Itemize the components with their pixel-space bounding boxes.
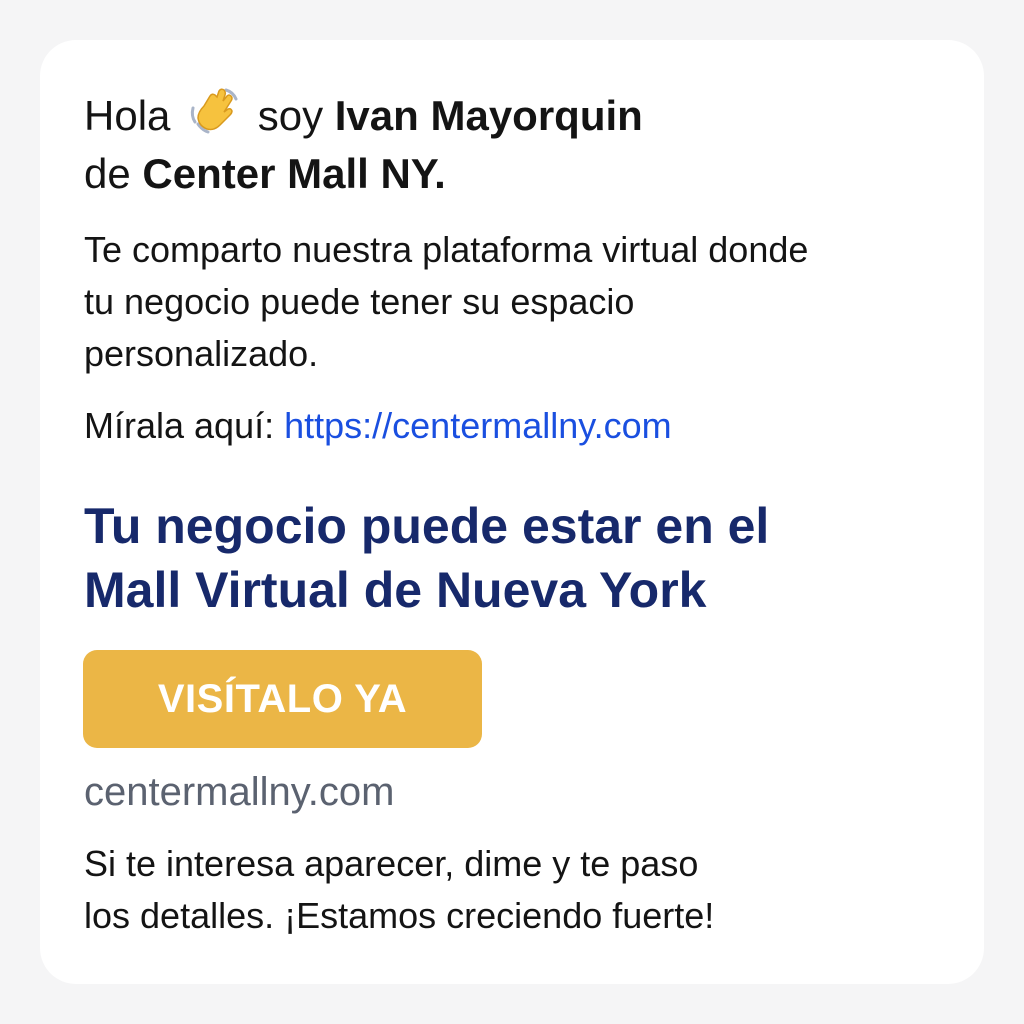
company-name: Center Mall NY. — [142, 150, 446, 197]
closing-line-1: Si te interesa aparecer, dime y te paso — [84, 843, 699, 884]
intro-line-2: tu negocio puede tener su espacio — [84, 281, 635, 322]
domain-text: centermallny.com — [84, 770, 395, 814]
intro-line-1: Te comparto nuestra plataforma virtual d… — [84, 229, 809, 270]
message-card: Hola soy Ivan Mayorquin de Center Mall N… — [40, 40, 984, 984]
visit-now-button[interactable]: VISÍTALO YA — [83, 650, 482, 748]
closing-text: Si te interesa aparecer, dime y te paso … — [84, 838, 964, 942]
waving-hand-icon — [190, 88, 238, 134]
greeting-de: de — [84, 150, 131, 197]
headline: Tu negocio puede estar en el Mall Virtua… — [84, 494, 964, 622]
greeting: Hola soy Ivan Mayorquin de Center Mall N… — [84, 86, 643, 203]
greeting-soy: soy — [257, 92, 324, 139]
link-line: Mírala aquí: https://centermallny.com — [84, 400, 672, 452]
website-link[interactable]: https://centermallny.com — [284, 405, 671, 446]
intro-line-3: personalizado. — [84, 333, 319, 374]
headline-line-2: Mall Virtual de Nueva York — [84, 562, 707, 618]
headline-line-1: Tu negocio puede estar en el — [84, 498, 770, 554]
closing-line-2: los detalles. ¡Estamos creciendo fuerte! — [84, 895, 715, 936]
link-label: Mírala aquí: — [84, 405, 275, 446]
intro-text: Te comparto nuestra plataforma virtual d… — [84, 224, 964, 380]
sender-name: Ivan Mayorquin — [334, 92, 643, 139]
greeting-hello: Hola — [84, 92, 171, 139]
